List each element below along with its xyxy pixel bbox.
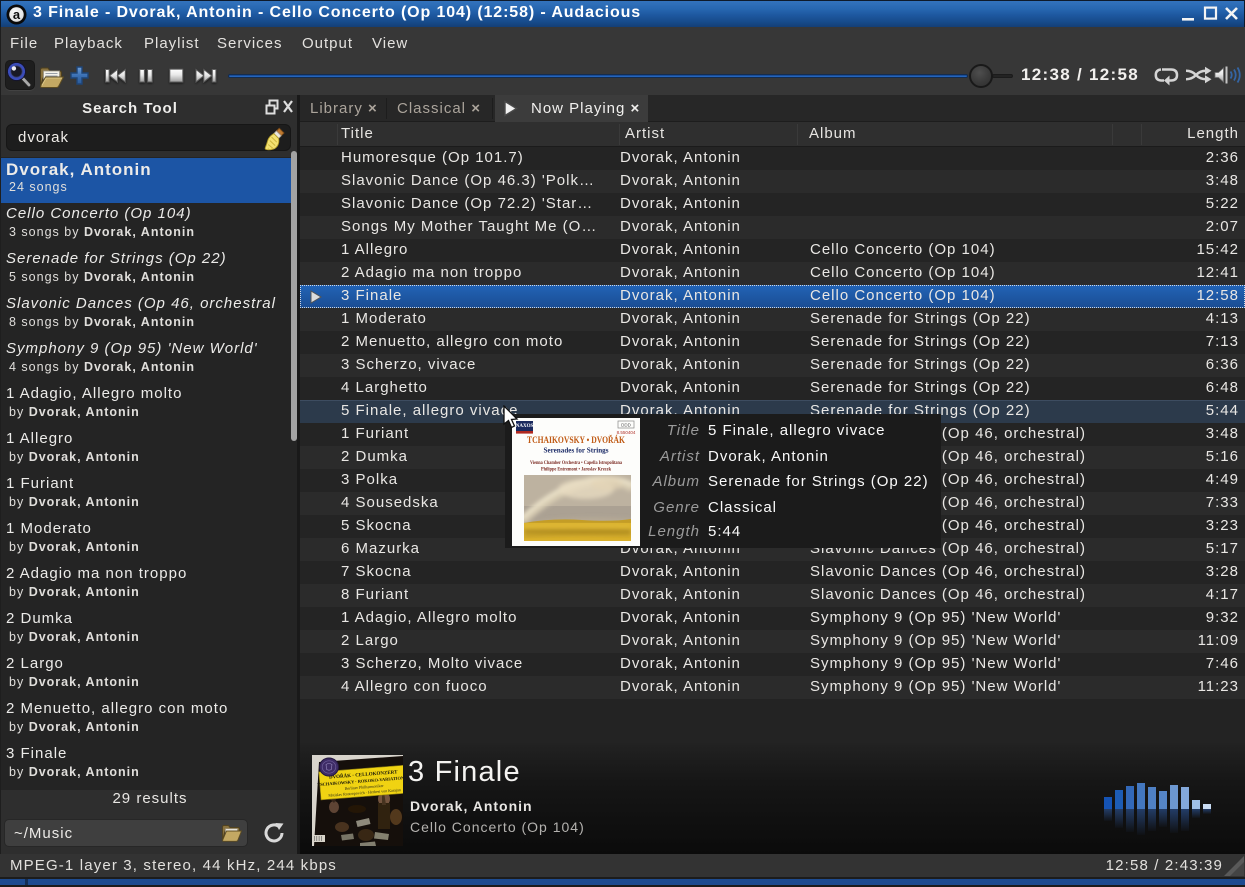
svg-text:a: a [13, 7, 21, 22]
svg-text:Philippe Entremont • Jaroslav: Philippe Entremont • Jaroslav Krecek [541, 468, 611, 473]
